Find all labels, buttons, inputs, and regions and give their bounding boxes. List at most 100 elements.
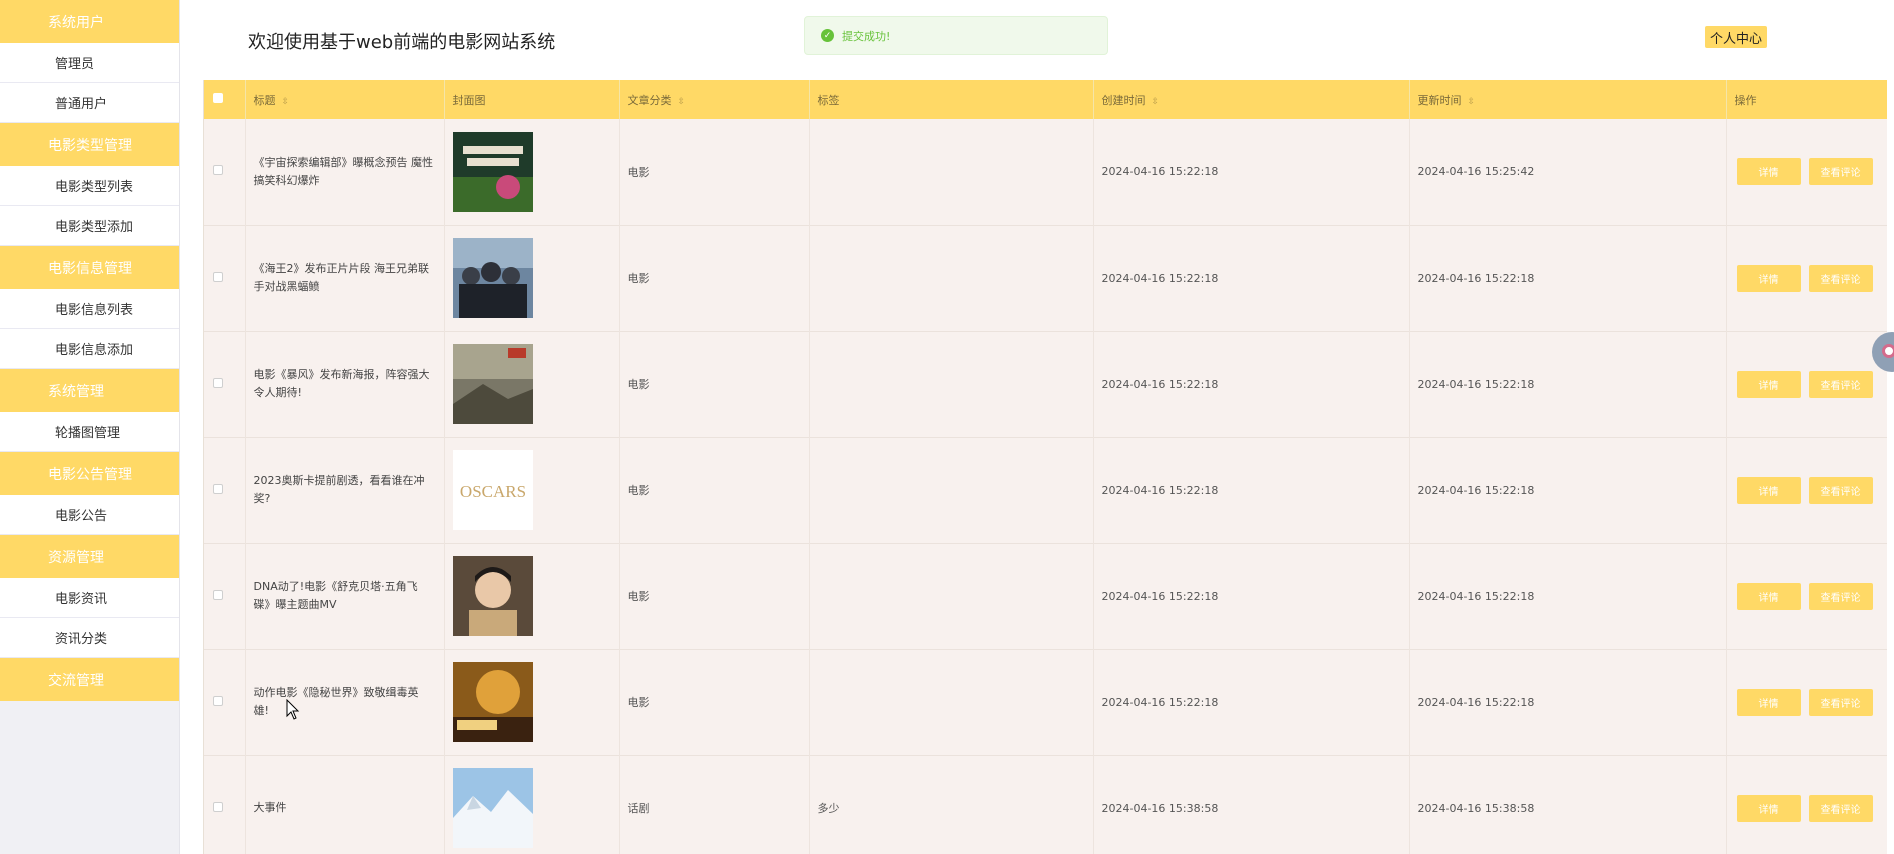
- cover-image[interactable]: [452, 768, 619, 848]
- view-comments-button[interactable]: 查看评论: [1808, 264, 1873, 292]
- cover-cell: [444, 543, 620, 649]
- cover-cell: [444, 119, 620, 225]
- profile-center-button[interactable]: 个人中心: [1705, 26, 1768, 48]
- row-checkbox[interactable]: [213, 483, 223, 494]
- sidebar-group[interactable]: 电影类型管理: [0, 123, 179, 166]
- cover-cell: [444, 225, 620, 331]
- row-select-cell: [204, 119, 246, 225]
- title-cell: 2023奥斯卡提前剧透，看看谁在冲奖?: [245, 437, 445, 543]
- sidebar-item[interactable]: 电影公告: [0, 495, 179, 535]
- detail-button[interactable]: 详情: [1736, 370, 1801, 398]
- header: 欢迎使用基于web前端的电影网站系统 ✓ 提交成功! 个人中心: [180, 0, 1894, 80]
- view-comments-button[interactable]: 查看评论: [1808, 158, 1873, 186]
- updated-cell: 2024-04-16 15:22:18: [1409, 331, 1727, 437]
- sidebar-item[interactable]: 电影类型列表: [0, 166, 179, 206]
- detail-button[interactable]: 详情: [1736, 158, 1801, 186]
- cover-cell: [444, 331, 620, 437]
- category-cell: 电影: [619, 331, 810, 437]
- category-cell: 电影: [619, 543, 810, 649]
- detail-button[interactable]: 详情: [1736, 582, 1801, 610]
- column-actions: 操作: [1726, 80, 1887, 119]
- sidebar-item[interactable]: 管理员: [0, 43, 179, 83]
- cover-image[interactable]: [452, 344, 619, 424]
- row-checkbox[interactable]: [213, 589, 223, 600]
- column-category[interactable]: 文章分类 ⇳: [619, 80, 810, 119]
- detail-button[interactable]: 详情: [1736, 264, 1801, 292]
- updated-cell: 2024-04-16 15:22:18: [1409, 543, 1727, 649]
- view-comments-button[interactable]: 查看评论: [1808, 582, 1873, 610]
- tag-cell: [809, 225, 1094, 331]
- tag-cell: [809, 119, 1094, 225]
- sort-icon[interactable]: ⇳: [678, 97, 686, 107]
- actions-cell: 详情 查看评论: [1726, 755, 1887, 854]
- actions-cell: 详情 查看评论: [1726, 649, 1887, 755]
- sort-icon[interactable]: ⇳: [1152, 97, 1160, 107]
- cover-image[interactable]: [452, 131, 619, 212]
- row-checkbox[interactable]: [213, 695, 223, 706]
- sidebar-item[interactable]: 电影类型添加: [0, 206, 179, 246]
- sidebar-item[interactable]: 轮播图管理: [0, 412, 179, 452]
- table-row: 电影《暴风》发布新海报，阵容强大令人期待! 电影 2024-04-16 15:22:…: [204, 331, 1887, 437]
- view-comments-button[interactable]: 查看评论: [1808, 794, 1873, 822]
- sidebar-item[interactable]: 电影资讯: [0, 578, 179, 618]
- view-comments-button[interactable]: 查看评论: [1808, 688, 1873, 716]
- sidebar-group[interactable]: 电影公告管理: [0, 452, 179, 495]
- sidebar-item[interactable]: 资讯分类: [0, 618, 179, 658]
- cover-image[interactable]: [452, 556, 619, 636]
- title-cell: 动作电影《隐秘世界》致敬缉毒英雄!: [245, 649, 445, 755]
- cover-image[interactable]: [452, 238, 619, 318]
- cover-cell: OSCARS: [444, 437, 620, 543]
- actions-cell: 详情 查看评论: [1726, 225, 1887, 331]
- created-cell: 2024-04-16 15:22:18: [1093, 119, 1410, 225]
- view-comments-button[interactable]: 查看评论: [1808, 370, 1873, 398]
- created-cell: 2024-04-16 15:38:58: [1093, 755, 1410, 854]
- table-row: 动作电影《隐秘世界》致敬缉毒英雄! 电影 2024-04-16 15:22:18 20…: [204, 649, 1887, 755]
- success-toast: ✓ 提交成功!: [804, 16, 1108, 55]
- detail-button[interactable]: 详情: [1736, 688, 1801, 716]
- updated-cell: 2024-04-16 15:38:58: [1409, 755, 1727, 854]
- title-cell: 《宇宙探索编辑部》曝概念预告 魔性搞笑科幻爆炸: [245, 119, 445, 225]
- view-comments-button[interactable]: 查看评论: [1808, 476, 1873, 504]
- table-row: DNA动了!电影《舒克贝塔·五角飞碟》曝主题曲MV 电影 2024-04-16 15…: [204, 543, 1887, 649]
- row-checkbox[interactable]: [213, 801, 223, 812]
- article-table: 标题 ⇳ 封面图 文章分类 ⇳ 标签 创建时间 ⇳ 更新时间 ⇳ 操作 《宇宙探索编辑部…: [203, 80, 1887, 854]
- sidebar-group[interactable]: 交流管理: [0, 658, 179, 701]
- row-checkbox[interactable]: [213, 271, 223, 282]
- category-cell: 电影: [619, 649, 810, 755]
- actions-cell: 详情 查看评论: [1726, 437, 1887, 543]
- row-select-cell: [204, 331, 246, 437]
- cover-image[interactable]: OSCARS: [452, 450, 619, 530]
- category-cell: 电影: [619, 225, 810, 331]
- sidebar-item[interactable]: 普通用户: [0, 83, 179, 123]
- tag-cell: [809, 649, 1094, 755]
- sidebar-item[interactable]: 电影信息添加: [0, 329, 179, 369]
- detail-button[interactable]: 详情: [1736, 794, 1801, 822]
- tag-cell: 多少: [809, 755, 1094, 854]
- column-created[interactable]: 创建时间 ⇳: [1093, 80, 1410, 119]
- row-checkbox[interactable]: [213, 377, 223, 388]
- sidebar: 系统用户 管理员 普通用户 电影类型管理 电影类型列表 电影类型添加 电影信息管理 电影信息列…: [0, 0, 180, 854]
- sort-icon[interactable]: ⇳: [1468, 97, 1476, 107]
- table-row: 《宇宙探索编辑部》曝概念预告 魔性搞笑科幻爆炸 电影 2024-04-16 15:2…: [204, 119, 1887, 225]
- sort-icon[interactable]: ⇳: [282, 97, 290, 107]
- row-checkbox[interactable]: [213, 165, 223, 176]
- sidebar-group[interactable]: 资源管理: [0, 535, 179, 578]
- row-select-cell: [204, 755, 246, 854]
- created-cell: 2024-04-16 15:22:18: [1093, 437, 1410, 543]
- column-updated[interactable]: 更新时间 ⇳: [1409, 80, 1727, 119]
- detail-button[interactable]: 详情: [1736, 476, 1801, 504]
- column-title[interactable]: 标题 ⇳: [245, 80, 445, 119]
- title-cell: 大事件: [245, 755, 445, 854]
- article-title: 电影《暴风》发布新海报，阵容强大令人期待!: [253, 368, 430, 399]
- sidebar-group[interactable]: 电影信息管理: [0, 246, 179, 289]
- sidebar-group[interactable]: 系统用户: [0, 0, 179, 43]
- select-all-checkbox[interactable]: [213, 93, 223, 103]
- sidebar-item[interactable]: 电影信息列表: [0, 289, 179, 329]
- row-select-cell: [204, 543, 246, 649]
- cover-image[interactable]: [452, 662, 619, 742]
- tag-cell: [809, 437, 1094, 543]
- title-cell: DNA动了!电影《舒克贝塔·五角飞碟》曝主题曲MV: [245, 543, 445, 649]
- row-select-cell: [204, 225, 246, 331]
- sidebar-group[interactable]: 系统管理: [0, 369, 179, 412]
- mouse-cursor-icon: [286, 699, 300, 720]
